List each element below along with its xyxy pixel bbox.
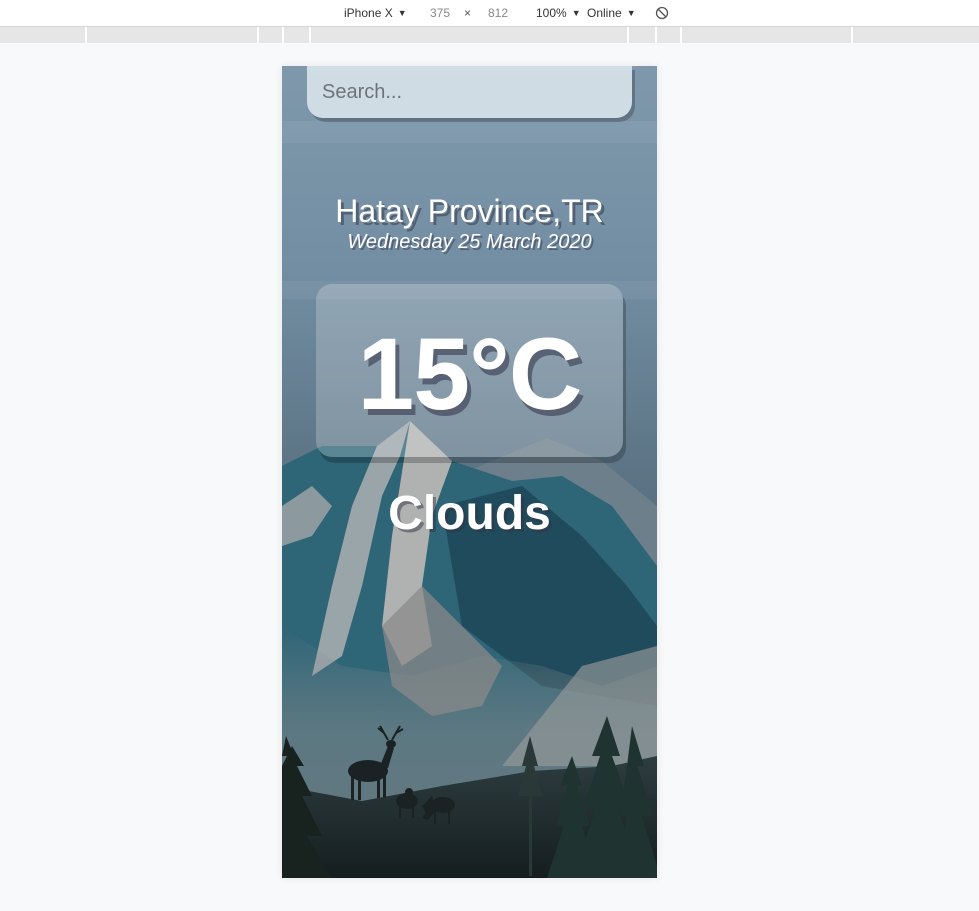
weather-condition: Clouds: [388, 487, 551, 540]
temperature-card: 15°C: [316, 284, 623, 457]
dimension-separator: ×: [464, 6, 472, 20]
search-input[interactable]: [307, 66, 632, 118]
device-label: iPhone X: [344, 6, 393, 20]
date-label: Wednesday 25 March 2020: [347, 231, 592, 253]
device-selector[interactable]: iPhone X ▼: [344, 6, 407, 20]
media-query-ruler[interactable]: [0, 27, 979, 43]
rotate-icon: [655, 6, 669, 20]
caret-down-icon: ▼: [397, 8, 407, 18]
network-label: Online: [587, 6, 622, 20]
device-viewport: Hatay Province,TR Wednesday 25 March 202…: [282, 66, 657, 878]
mountain-background-image: [282, 66, 657, 878]
location-title: Hatay Province,TR: [335, 193, 604, 229]
temperature-value: 15°C: [357, 317, 583, 431]
height-input[interactable]: 812: [488, 6, 508, 20]
zoom-label: 100%: [536, 6, 567, 20]
rotate-button[interactable]: [655, 6, 669, 20]
width-input[interactable]: 375: [430, 6, 450, 20]
devtools-toolbar: iPhone X ▼ 375 × 812 100% ▼ Online ▼: [0, 0, 979, 27]
caret-down-icon: ▼: [571, 8, 581, 18]
network-throttle-selector[interactable]: Online ▼: [587, 6, 636, 20]
caret-down-icon: ▼: [626, 8, 636, 18]
zoom-selector[interactable]: 100% ▼: [536, 6, 581, 20]
